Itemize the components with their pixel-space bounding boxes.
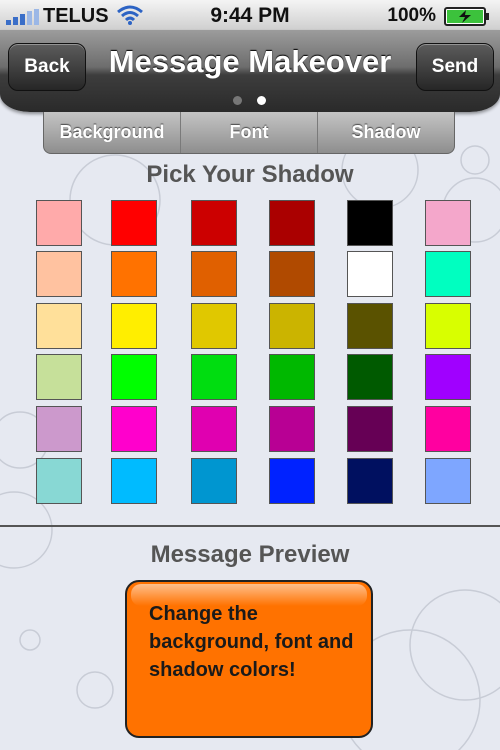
message-preview-bubble: Change the background, font and shadow c… xyxy=(125,580,373,738)
color-swatch[interactable] xyxy=(36,458,82,504)
color-swatch[interactable] xyxy=(111,303,157,349)
color-swatch[interactable] xyxy=(425,251,471,297)
color-swatch[interactable] xyxy=(347,354,393,400)
back-button[interactable]: Back xyxy=(8,43,86,91)
section-divider xyxy=(0,525,500,527)
color-swatch[interactable] xyxy=(36,251,82,297)
status-bar: TELUS 9:44 PM 100% xyxy=(0,0,500,31)
color-swatch[interactable] xyxy=(36,354,82,400)
color-swatch[interactable] xyxy=(191,303,237,349)
color-swatch[interactable] xyxy=(111,406,157,452)
battery-charging-icon xyxy=(444,7,489,26)
page-dot-2-active[interactable] xyxy=(257,96,266,105)
color-swatch[interactable] xyxy=(36,303,82,349)
color-swatch[interactable] xyxy=(269,200,315,246)
color-swatch[interactable] xyxy=(111,200,157,246)
color-swatch[interactable] xyxy=(111,458,157,504)
color-swatch[interactable] xyxy=(36,200,82,246)
color-swatch[interactable] xyxy=(111,354,157,400)
color-swatch[interactable] xyxy=(111,251,157,297)
color-swatch[interactable] xyxy=(36,406,82,452)
preview-message-text: Change the background, font and shadow c… xyxy=(149,603,354,681)
color-swatch[interactable] xyxy=(269,251,315,297)
color-swatch[interactable] xyxy=(191,200,237,246)
tab-shadow[interactable]: Shadow xyxy=(317,112,454,153)
navigation-bar: Back Message Makeover Send xyxy=(0,30,500,112)
send-button[interactable]: Send xyxy=(416,43,494,91)
color-swatch[interactable] xyxy=(347,251,393,297)
color-swatch[interactable] xyxy=(347,200,393,246)
page-indicator[interactable] xyxy=(230,96,270,108)
color-swatch[interactable] xyxy=(269,354,315,400)
color-swatch[interactable] xyxy=(425,200,471,246)
picker-title: Pick Your Shadow xyxy=(146,161,354,188)
color-swatch[interactable] xyxy=(347,458,393,504)
color-swatch[interactable] xyxy=(425,406,471,452)
color-swatch[interactable] xyxy=(191,354,237,400)
page-dot-1[interactable] xyxy=(233,96,242,105)
color-swatch[interactable] xyxy=(425,354,471,400)
battery-percentage: 100% xyxy=(387,5,436,26)
color-swatch[interactable] xyxy=(269,406,315,452)
color-swatch[interactable] xyxy=(425,458,471,504)
color-swatch[interactable] xyxy=(191,251,237,297)
color-swatch[interactable] xyxy=(269,458,315,504)
color-target-tabs: Background Font Shadow xyxy=(43,112,455,154)
color-swatch[interactable] xyxy=(191,458,237,504)
color-swatch[interactable] xyxy=(269,303,315,349)
color-swatch[interactable] xyxy=(425,303,471,349)
tab-font[interactable]: Font xyxy=(180,112,317,153)
tab-background[interactable]: Background xyxy=(44,112,180,153)
color-swatch[interactable] xyxy=(347,406,393,452)
page-title: Message Makeover xyxy=(108,44,392,79)
color-swatch[interactable] xyxy=(347,303,393,349)
color-swatch[interactable] xyxy=(191,406,237,452)
preview-title: Message Preview xyxy=(150,541,350,568)
